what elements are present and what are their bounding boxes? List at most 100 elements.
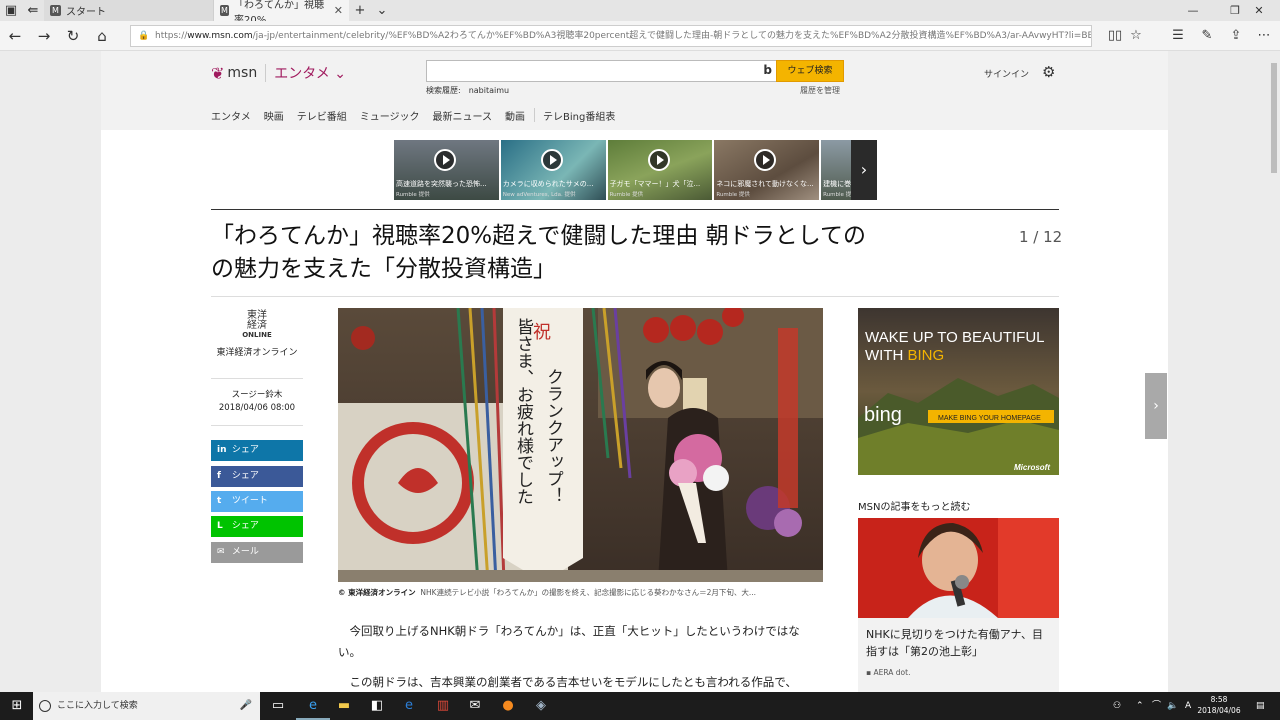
tray-chevron-icon[interactable]: ⌃ (1136, 692, 1144, 720)
favorites-hub-icon[interactable]: ☰ (1168, 26, 1188, 46)
share-icon[interactable]: ⇪ (1226, 26, 1246, 46)
video-card[interactable]: 子ガモ「ママー！」犬「泣... Rumble 提供 (607, 140, 713, 200)
new-tab-icon[interactable]: + (349, 3, 371, 18)
taskbar-search-input[interactable]: ここに入力して検索 🎤 (33, 692, 260, 720)
back-icon[interactable]: ← (4, 26, 26, 46)
caption-text: NHK連続テレビ小説「わろてんか」の撮影を終え、記念撮影に応じる葵わかなさん＝2… (420, 588, 756, 597)
msn-favicon-icon: M (220, 5, 229, 16)
refresh-icon[interactable]: ↻ (62, 26, 84, 46)
source-block[interactable]: 東洋 経済 ONLINE 東洋経済オンライン (211, 311, 303, 359)
video-card[interactable]: 高速道路を突然襲った恐怖... Rumble 提供 (394, 140, 499, 200)
tab-article[interactable]: M 「わろてんか」視聴率20% ✕ (214, 0, 349, 26)
clock-time: 8:58 (1210, 695, 1228, 704)
history-value[interactable]: nabitaimu (469, 86, 509, 95)
web-note-pen-icon[interactable]: ✎ (1197, 26, 1217, 46)
banner-text-2: 皆さま、お疲れ様でした (513, 318, 534, 505)
msn-content: ❦ msn エンタメ ⌄ b ウェブ検索 検索履歴: nabitaimu 履歴を管… (101, 51, 1168, 692)
scrollbar-thumb[interactable] (1271, 63, 1277, 173)
edge-icon[interactable]: e (296, 692, 330, 720)
msn-favicon-icon: M (50, 5, 61, 16)
nav-item[interactable]: 動画 (505, 108, 525, 123)
gear-icon[interactable]: ⚙ (1042, 63, 1055, 81)
author: スージー鈴木 (231, 390, 283, 400)
article-photo[interactable]: 祝 クランクアップ！ 皆さま、お疲れ様でした (338, 308, 823, 582)
search-input[interactable]: b (426, 60, 777, 82)
video-card[interactable]: ネコに邪魔されて動けなくな... Rumble 提供 (714, 140, 820, 200)
tabs-aside-icon[interactable]: ▣ (0, 3, 22, 18)
firefox-icon[interactable]: ● (491, 692, 525, 720)
system-clock[interactable]: 8:58 2018/04/06 (1196, 694, 1242, 716)
divider (211, 425, 303, 426)
app-red-icon[interactable]: ▥ (426, 692, 460, 720)
forward-icon[interactable]: → (33, 26, 55, 46)
home-icon[interactable]: ⌂ (91, 26, 113, 46)
share-facebook-button[interactable]: f シェア (211, 466, 303, 487)
microphone-icon[interactable]: 🎤 (240, 692, 252, 720)
bing-ad[interactable]: WAKE UP TO BEAUTIFUL WITH BING bing MAKE… (858, 308, 1059, 475)
mail-icon: ✉ (217, 547, 225, 557)
share-twitter-button[interactable]: t ツイート (211, 491, 303, 512)
favorite-star-icon[interactable]: ☆ (1126, 26, 1146, 46)
more-articles-heading: MSNの記事をもっと読む (858, 502, 971, 513)
share-linkedin-button[interactable]: in シェア (211, 440, 303, 461)
search-history: 検索履歴: nabitaimu (426, 85, 509, 96)
more-icon[interactable]: ⋯ (1254, 26, 1274, 46)
nav-item[interactable]: 映画 (264, 108, 284, 123)
bing-logo-text: bing (864, 404, 902, 426)
close-tab-icon[interactable]: ✕ (334, 4, 343, 17)
crankup-photo: 祝 クランクアップ！ 皆さま、お疲れ様でした (338, 308, 823, 582)
more-article-card[interactable]: NHKに見切りをつけた有働アナ、目指すは「第2の池上彰」 ▪ AERA dot. (858, 618, 1059, 692)
page-indicator: 1 / 12 (1019, 228, 1063, 246)
ime-indicator[interactable]: A (1185, 692, 1191, 720)
msn-header: ❦ msn エンタメ ⌄ b ウェブ検索 検索履歴: nabitaimu 履歴を管… (101, 51, 1168, 130)
video-next-chevron-icon[interactable]: › (851, 140, 877, 200)
mail-taskbar-icon[interactable]: ✉ (458, 692, 492, 720)
page-scrollbar[interactable] (1268, 51, 1280, 692)
next-page-arrow[interactable]: › (1145, 373, 1167, 439)
article-paragraph: 今回取り上げるNHK朝ドラ「わろてんか」は、正直「大ヒット」したというわけではな… (338, 624, 800, 659)
video-title: 高速道路を突然襲った恐怖... (396, 180, 487, 188)
video-card[interactable]: カメラに収められたサメの... New adVentures, Lda. 提供 (500, 140, 606, 200)
close-window-icon[interactable]: ✕ (1238, 0, 1280, 21)
line-icon: L (217, 521, 223, 531)
volume-icon[interactable]: 🔈 (1167, 692, 1178, 720)
publish-date: 2018/04/06 08:00 (218, 403, 296, 413)
store-icon[interactable]: ◧ (360, 692, 394, 720)
minimize-icon[interactable]: — (1172, 0, 1214, 21)
web-search-button[interactable]: ウェブ検索 (776, 60, 844, 82)
network-icon[interactable]: ⌒ (1152, 692, 1161, 720)
video-source: Rumble 提供 (396, 192, 430, 198)
play-icon (540, 149, 563, 171)
share-email-button[interactable]: ✉ メール (211, 542, 303, 563)
more-article-photo[interactable] (858, 518, 1059, 618)
app-gray-icon[interactable]: ◈ (524, 692, 558, 720)
nav-item[interactable]: ミュージック (360, 108, 420, 123)
article-paragraph: この朝ドラは、吉本興業の創業者である吉本せいをモデルにしたとも言われる作品で、 (349, 675, 797, 689)
manage-history-link[interactable]: 履歴を管理 (800, 85, 840, 96)
share-line-button[interactable]: L シェア (211, 516, 303, 537)
reading-view-icon[interactable]: ▯▯ (1105, 26, 1125, 46)
windows-start-icon[interactable]: ⊞ (0, 692, 34, 720)
people-icon[interactable]: ⚇ (1113, 692, 1121, 720)
tab-list-chevron-icon[interactable]: ⌄ (371, 3, 393, 18)
ie-icon[interactable]: e (392, 692, 426, 720)
nav-item[interactable]: テレBing番組表 (543, 108, 615, 123)
video-source: Rumble 提供 (716, 192, 750, 198)
tab-preview-icon[interactable]: ⇚ (22, 3, 44, 18)
nav-item[interactable]: テレビ番組 (297, 108, 347, 123)
url-input[interactable]: 🔒 https://www.msn.com/ja-jp/entertainmen… (130, 25, 1092, 47)
file-explorer-icon[interactable]: ▬ (327, 692, 361, 720)
share-label: メール (231, 547, 259, 557)
signin-link[interactable]: サインイン (984, 67, 1029, 80)
nav-item[interactable]: エンタメ (211, 108, 251, 123)
tab-start[interactable]: M スタート (44, 0, 214, 21)
url-prefix: https:// (155, 31, 188, 41)
msn-logo[interactable]: ❦ msn エンタメ ⌄ (211, 63, 346, 83)
category-dropdown[interactable]: エンタメ ⌄ (274, 63, 346, 83)
action-center-icon[interactable]: ▤ (1256, 692, 1265, 720)
banner-text-1: クランクアップ！ (543, 368, 563, 504)
source-name: 東洋経済オンライン (216, 348, 298, 358)
nav-item[interactable]: 最新ニュース (433, 108, 493, 123)
byline: スージー鈴木 2018/04/06 08:00 (211, 389, 303, 415)
task-view-icon[interactable]: ▭ (261, 692, 295, 720)
